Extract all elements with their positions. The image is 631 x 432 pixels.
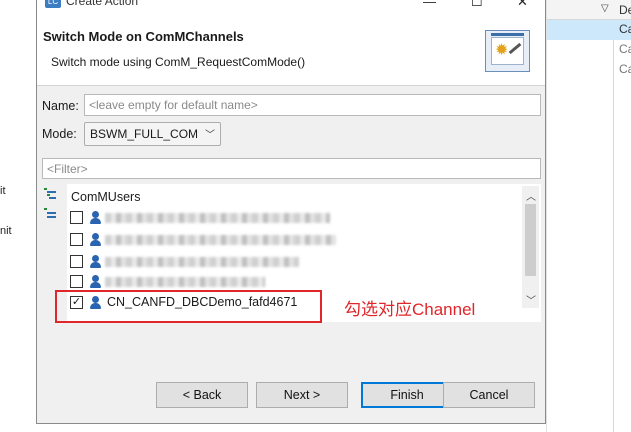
tree-item-checkbox[interactable] [70, 255, 83, 268]
column-header-label: De [619, 3, 631, 17]
obscured-label [105, 235, 336, 245]
obscured-label [105, 213, 330, 223]
maximize-icon[interactable]: ☐ [471, 0, 483, 10]
background-text-fragment: it [0, 185, 6, 197]
wizard-banner-icon: ✹ [485, 30, 530, 72]
table-header[interactable]: ▽ De [547, 0, 631, 20]
tree-item-checkbox[interactable] [70, 233, 83, 246]
create-action-dialog: LC Create Action — ☐ ✕ Switch Mode on Co… [36, 0, 546, 424]
user-icon [90, 275, 101, 289]
app-icon: LC [45, 0, 61, 8]
tree-item[interactable] [70, 272, 520, 292]
scroll-down-icon[interactable]: ﹀ [526, 292, 536, 307]
name-field[interactable]: <leave empty for default name> [84, 94, 541, 116]
annotation-text: 勾选对应Channel [344, 300, 476, 319]
background-text-fragment: nit [0, 225, 12, 237]
tree-scrollbar[interactable]: ︿ ﹀ [522, 186, 539, 308]
back-button[interactable]: < Back [156, 382, 248, 408]
expand-all-icon[interactable] [44, 188, 56, 200]
scroll-up-icon[interactable]: ︿ [526, 188, 536, 203]
filter-input[interactable]: <Filter> [42, 158, 541, 179]
tree-toolbar [44, 188, 58, 228]
minimize-icon[interactable]: — [423, 0, 436, 9]
tree-item[interactable] [70, 230, 520, 250]
mode-label: Mode: [42, 127, 77, 141]
tree-item[interactable] [70, 252, 520, 272]
annotation-highlight-box [55, 290, 322, 323]
collapse-all-icon[interactable] [44, 208, 56, 220]
chevron-down-icon: ﹀ [205, 130, 215, 141]
next-button[interactable]: Next > [256, 382, 348, 408]
scrollbar-thumb[interactable] [525, 204, 536, 276]
tree-item-checkbox[interactable] [70, 275, 83, 288]
wizard-header: Switch Mode on ComMChannels Switch mode … [37, 16, 545, 86]
user-icon [90, 233, 101, 247]
filter-triangle-icon[interactable]: ▽ [601, 3, 609, 14]
background-table: ▽ De Ca Ca Ca [546, 0, 631, 432]
window-title: Create Action [66, 0, 139, 8]
name-label: Name: [42, 99, 79, 113]
page-title: Switch Mode on ComMChannels [43, 29, 244, 44]
mode-selected-value: BSWM_FULL_COM [90, 127, 199, 141]
cancel-button[interactable]: Cancel [443, 382, 535, 408]
tree-item-checkbox[interactable] [70, 211, 83, 224]
user-icon [90, 255, 101, 269]
mode-select[interactable]: BSWM_FULL_COM ﹀ [84, 122, 221, 146]
tree-root-label: ComMUsers [71, 190, 141, 204]
table-row[interactable]: Ca [547, 40, 631, 60]
tree-item[interactable] [70, 208, 520, 228]
finish-button[interactable]: Finish [361, 382, 453, 408]
background-editor-left: it nit [0, 0, 36, 432]
obscured-label [105, 257, 299, 267]
table-row[interactable]: Ca [547, 20, 631, 40]
user-icon [90, 211, 101, 225]
title-bar[interactable]: LC Create Action — ☐ ✕ [37, 0, 545, 16]
page-description: Switch mode using ComM_RequestComMode() [51, 55, 306, 69]
cell-text: Ca [619, 22, 631, 36]
close-icon[interactable]: ✕ [517, 0, 528, 10]
table-row[interactable]: Ca [547, 60, 631, 80]
cell-text: Ca [619, 62, 631, 76]
obscured-label [105, 277, 265, 287]
cell-text: Ca [619, 42, 631, 56]
